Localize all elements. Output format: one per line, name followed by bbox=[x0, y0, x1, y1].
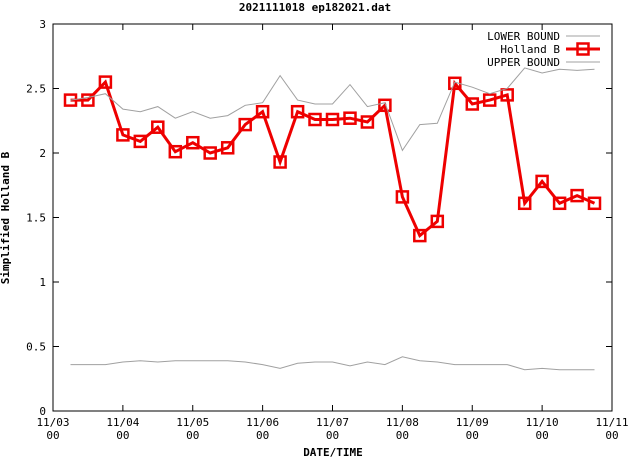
x-tick-label-hour: 00 bbox=[256, 429, 269, 442]
x-tick-label-hour: 00 bbox=[466, 429, 479, 442]
x-tick-label-hour: 00 bbox=[396, 429, 409, 442]
x-tick-label-date: 11/09 bbox=[456, 416, 489, 429]
x-tick-label-date: 11/08 bbox=[386, 416, 419, 429]
x-tick-label-hour: 00 bbox=[536, 429, 549, 442]
x-tick-label-date: 11/04 bbox=[106, 416, 139, 429]
x-axis-label: DATE/TIME bbox=[303, 446, 363, 459]
legend-label: LOWER BOUND bbox=[487, 30, 560, 43]
x-tick-label-date: 11/10 bbox=[526, 416, 559, 429]
y-axis-label: Simplified Holland B bbox=[0, 151, 12, 284]
x-tick-label-hour: 00 bbox=[605, 429, 618, 442]
x-tick-label-date: 11/11 bbox=[595, 416, 628, 429]
x-tick-label-date: 11/03 bbox=[36, 416, 69, 429]
x-tick-label-date: 11/06 bbox=[246, 416, 279, 429]
legend-label: UPPER BOUND bbox=[487, 56, 560, 69]
y-tick-label: 1 bbox=[39, 276, 46, 289]
x-tick-label-hour: 00 bbox=[326, 429, 339, 442]
x-tick-label-date: 11/07 bbox=[316, 416, 349, 429]
x-tick-label-date: 11/05 bbox=[176, 416, 209, 429]
y-tick-label: 1.5 bbox=[26, 212, 46, 225]
x-tick-label-hour: 00 bbox=[116, 429, 129, 442]
y-tick-label: 2 bbox=[39, 147, 46, 160]
y-tick-label: 3 bbox=[39, 18, 46, 31]
x-tick-label-hour: 00 bbox=[46, 429, 59, 442]
legend-label: Holland B bbox=[500, 43, 560, 56]
chart: 2021111018 ep182021.dat Simplified Holla… bbox=[0, 0, 630, 460]
y-tick-label: 0.5 bbox=[26, 341, 46, 354]
plot-background bbox=[0, 0, 630, 460]
x-tick-label-hour: 00 bbox=[186, 429, 199, 442]
chart-title: 2021111018 ep182021.dat bbox=[239, 1, 391, 14]
y-tick-label: 2.5 bbox=[26, 83, 46, 96]
